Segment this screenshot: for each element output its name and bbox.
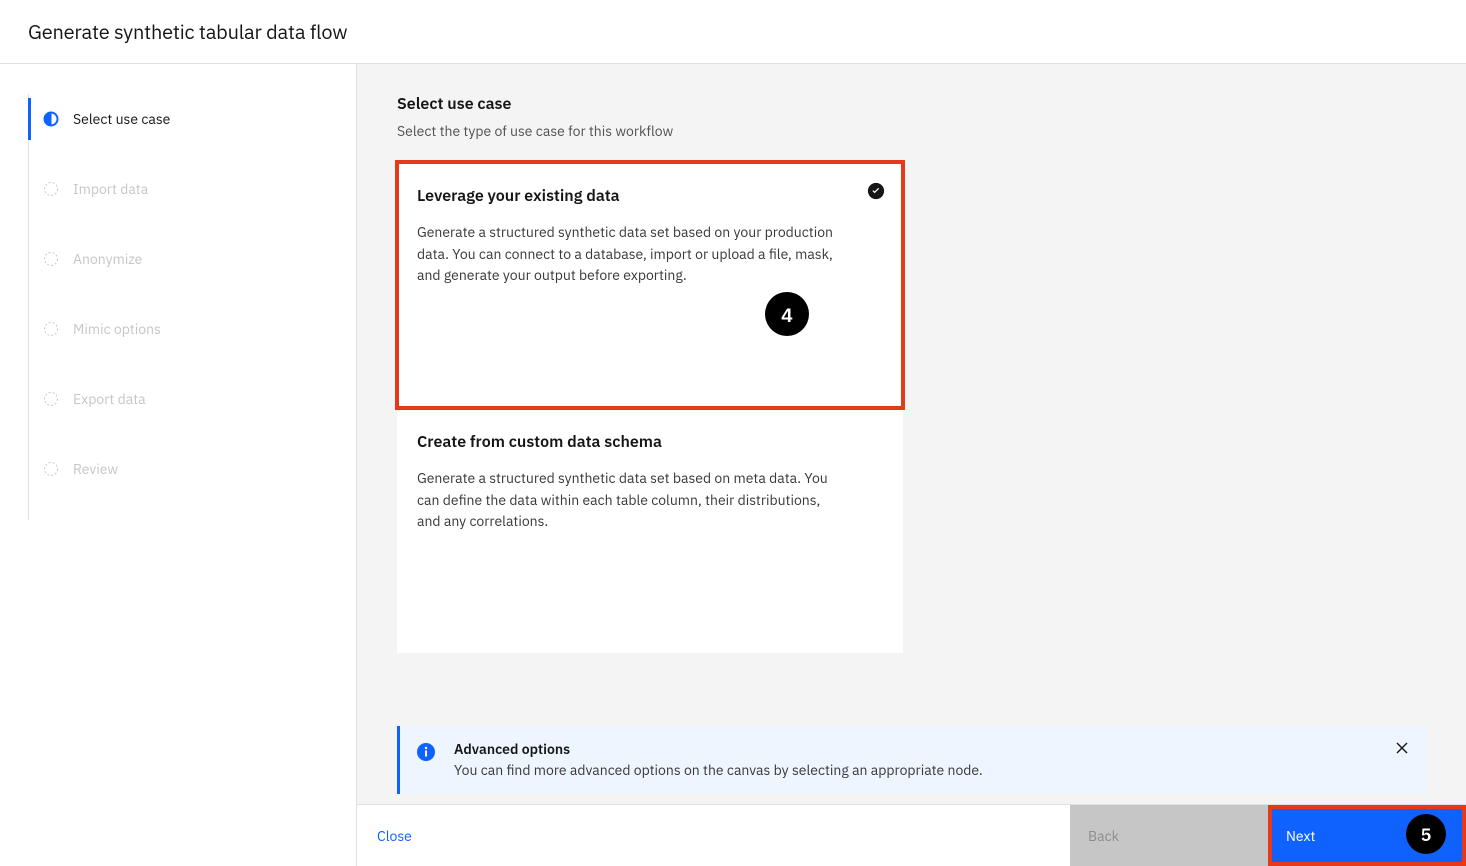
info-body: You can find more advanced options on th…	[454, 761, 983, 779]
wizard-sidebar: Select use case Import data Anonymize	[0, 64, 356, 866]
info-icon	[416, 742, 436, 762]
usecase-card-leverage[interactable]: Leverage your existing data Generate a s…	[397, 162, 903, 408]
next-button[interactable]: Next 5	[1268, 805, 1466, 866]
step-pending-icon	[43, 461, 59, 477]
usecase-card-stack: Leverage your existing data Generate a s…	[397, 162, 903, 653]
section-title: Select use case	[397, 94, 1426, 114]
info-title: Advanced options	[454, 740, 983, 758]
step-pending-icon	[43, 391, 59, 407]
step-mimic-options[interactable]: Mimic options	[28, 308, 356, 350]
step-label: Export data	[73, 390, 146, 408]
wizard-footer: Close Back Next 5	[357, 804, 1466, 866]
step-label: Import data	[73, 180, 148, 198]
page-header: Generate synthetic tabular data flow	[0, 0, 1466, 64]
step-label: Select use case	[73, 110, 170, 128]
card-description: Generate a structured synthetic data set…	[417, 222, 847, 287]
step-pending-icon	[43, 181, 59, 197]
step-select-use-case[interactable]: Select use case	[28, 98, 356, 140]
close-icon[interactable]	[1394, 740, 1412, 758]
card-title: Leverage your existing data	[417, 186, 875, 206]
back-button: Back	[1070, 805, 1268, 866]
step-anonymize[interactable]: Anonymize	[28, 238, 356, 280]
step-label: Mimic options	[73, 320, 161, 338]
step-label: Anonymize	[73, 250, 142, 268]
main-panel: Select use case Select the type of use c…	[356, 64, 1466, 866]
step-list: Select use case Import data Anonymize	[28, 94, 356, 520]
section-subtitle: Select the type of use case for this wor…	[397, 122, 1426, 140]
card-description: Generate a structured synthetic data set…	[417, 468, 847, 533]
step-pending-icon	[43, 321, 59, 337]
step-export-data[interactable]: Export data	[28, 378, 356, 420]
page-title: Generate synthetic tabular data flow	[28, 18, 1442, 45]
close-button[interactable]: Close	[357, 805, 432, 866]
annotation-badge-4: 4	[765, 292, 809, 336]
step-label: Review	[73, 460, 118, 478]
step-current-icon	[43, 111, 59, 127]
info-notification: Advanced options You can find more advan…	[397, 726, 1426, 794]
usecase-card-custom-schema[interactable]: Create from custom data schema Generate …	[397, 408, 903, 653]
checkmark-filled-icon	[867, 182, 885, 200]
annotation-badge-5: 5	[1406, 814, 1446, 854]
step-pending-icon	[43, 251, 59, 267]
step-import-data[interactable]: Import data	[28, 168, 356, 210]
step-review[interactable]: Review	[28, 448, 356, 490]
next-button-label: Next	[1286, 827, 1315, 845]
card-title: Create from custom data schema	[417, 432, 875, 452]
